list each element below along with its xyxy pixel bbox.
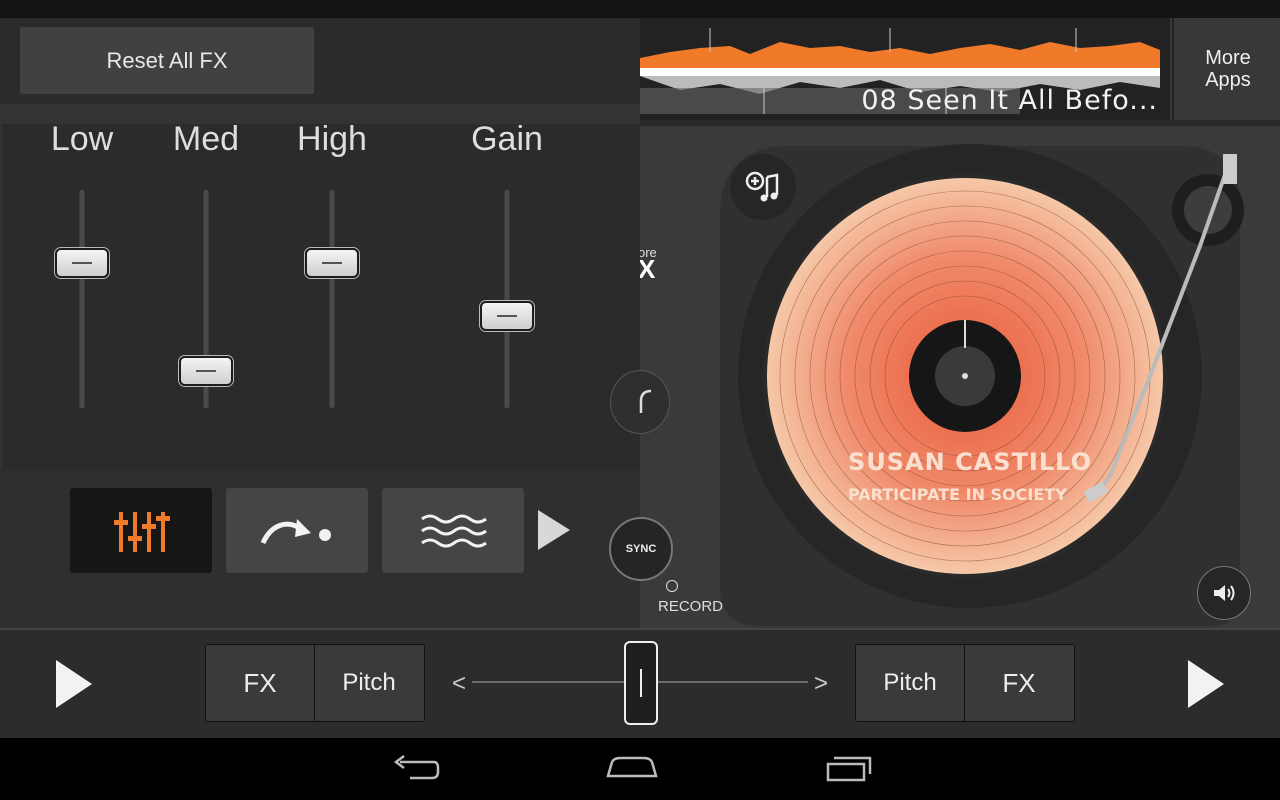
- recent-apps-icon[interactable]: [824, 752, 876, 784]
- more-apps-label-1: More: [1205, 47, 1251, 69]
- eq-label-high: High: [297, 120, 367, 158]
- fx-panel-header: Reset All FX: [0, 18, 640, 104]
- eq-label-low: Low: [50, 120, 114, 158]
- status-bar: [0, 0, 1280, 18]
- eq-track-high[interactable]: [329, 190, 335, 408]
- eq-track-low[interactable]: [79, 190, 85, 408]
- left-deck-controls: FX Pitch: [205, 644, 425, 722]
- sync-button[interactable]: SYNC: [609, 517, 673, 581]
- right-fx-button[interactable]: FX: [965, 645, 1073, 721]
- sync-label: SYNC: [625, 543, 657, 555]
- more-fx-label-2: X: [640, 254, 656, 284]
- fx-echo-button[interactable]: [226, 488, 368, 573]
- headphone-cue-button[interactable]: [610, 370, 670, 434]
- eq-label-gain: Gain: [471, 120, 543, 158]
- right-deck-controls: Pitch FX: [855, 644, 1075, 722]
- eq-sliders-icon: [114, 511, 170, 552]
- more-fx-button[interactable]: ore X: [640, 245, 668, 287]
- eq-label-med: Med: [172, 120, 240, 158]
- add-music-button[interactable]: [730, 154, 796, 220]
- record-label[interactable]: RECORD: [658, 598, 723, 615]
- eq-knob-med[interactable]: [179, 355, 233, 386]
- echo-arrow-icon: [260, 518, 331, 544]
- left-play-button[interactable]: [56, 660, 92, 708]
- home-icon[interactable]: [604, 752, 660, 782]
- eq-area: [2, 124, 640, 470]
- fx-next-icon[interactable]: [538, 510, 570, 550]
- record-dot-icon[interactable]: [666, 580, 678, 592]
- wave-icon: [421, 514, 487, 547]
- more-apps-button[interactable]: More Apps: [1172, 18, 1280, 120]
- left-pitch-button[interactable]: Pitch: [315, 645, 423, 721]
- volume-button[interactable]: [1197, 566, 1251, 620]
- track-title: 08 Seen It All Befo...: [861, 85, 1158, 116]
- left-fx-button[interactable]: FX: [206, 645, 315, 721]
- crossfader-right-chevron[interactable]: >: [814, 670, 828, 698]
- back-icon[interactable]: [390, 754, 440, 784]
- waveform[interactable]: 08 Seen It All Befo...: [640, 18, 1170, 120]
- right-play-button[interactable]: [1188, 660, 1224, 708]
- add-music-icon: [745, 171, 779, 202]
- crossfader-left-chevron[interactable]: <: [452, 670, 466, 698]
- fx-eq-button[interactable]: [70, 488, 212, 573]
- vinyl-artist: SUSAN CASTILLO: [848, 448, 1092, 476]
- eq-knob-low[interactable]: [55, 248, 109, 278]
- eq-track-gain[interactable]: [504, 190, 510, 408]
- eq-knob-gain[interactable]: [480, 300, 534, 331]
- eq-knob-high[interactable]: [305, 248, 359, 278]
- crossfader-knob[interactable]: [624, 641, 658, 725]
- fx-wave-button[interactable]: [382, 488, 524, 573]
- vinyl-title: PARTICIPATE IN SOCIETY: [848, 485, 1067, 504]
- headphone-icon: [639, 389, 652, 413]
- speaker-icon: [1214, 585, 1235, 601]
- reset-all-fx-button[interactable]: Reset All FX: [20, 27, 314, 94]
- more-apps-label-2: Apps: [1205, 69, 1251, 91]
- right-pitch-button[interactable]: Pitch: [856, 645, 965, 721]
- system-nav-bar: [0, 738, 1280, 800]
